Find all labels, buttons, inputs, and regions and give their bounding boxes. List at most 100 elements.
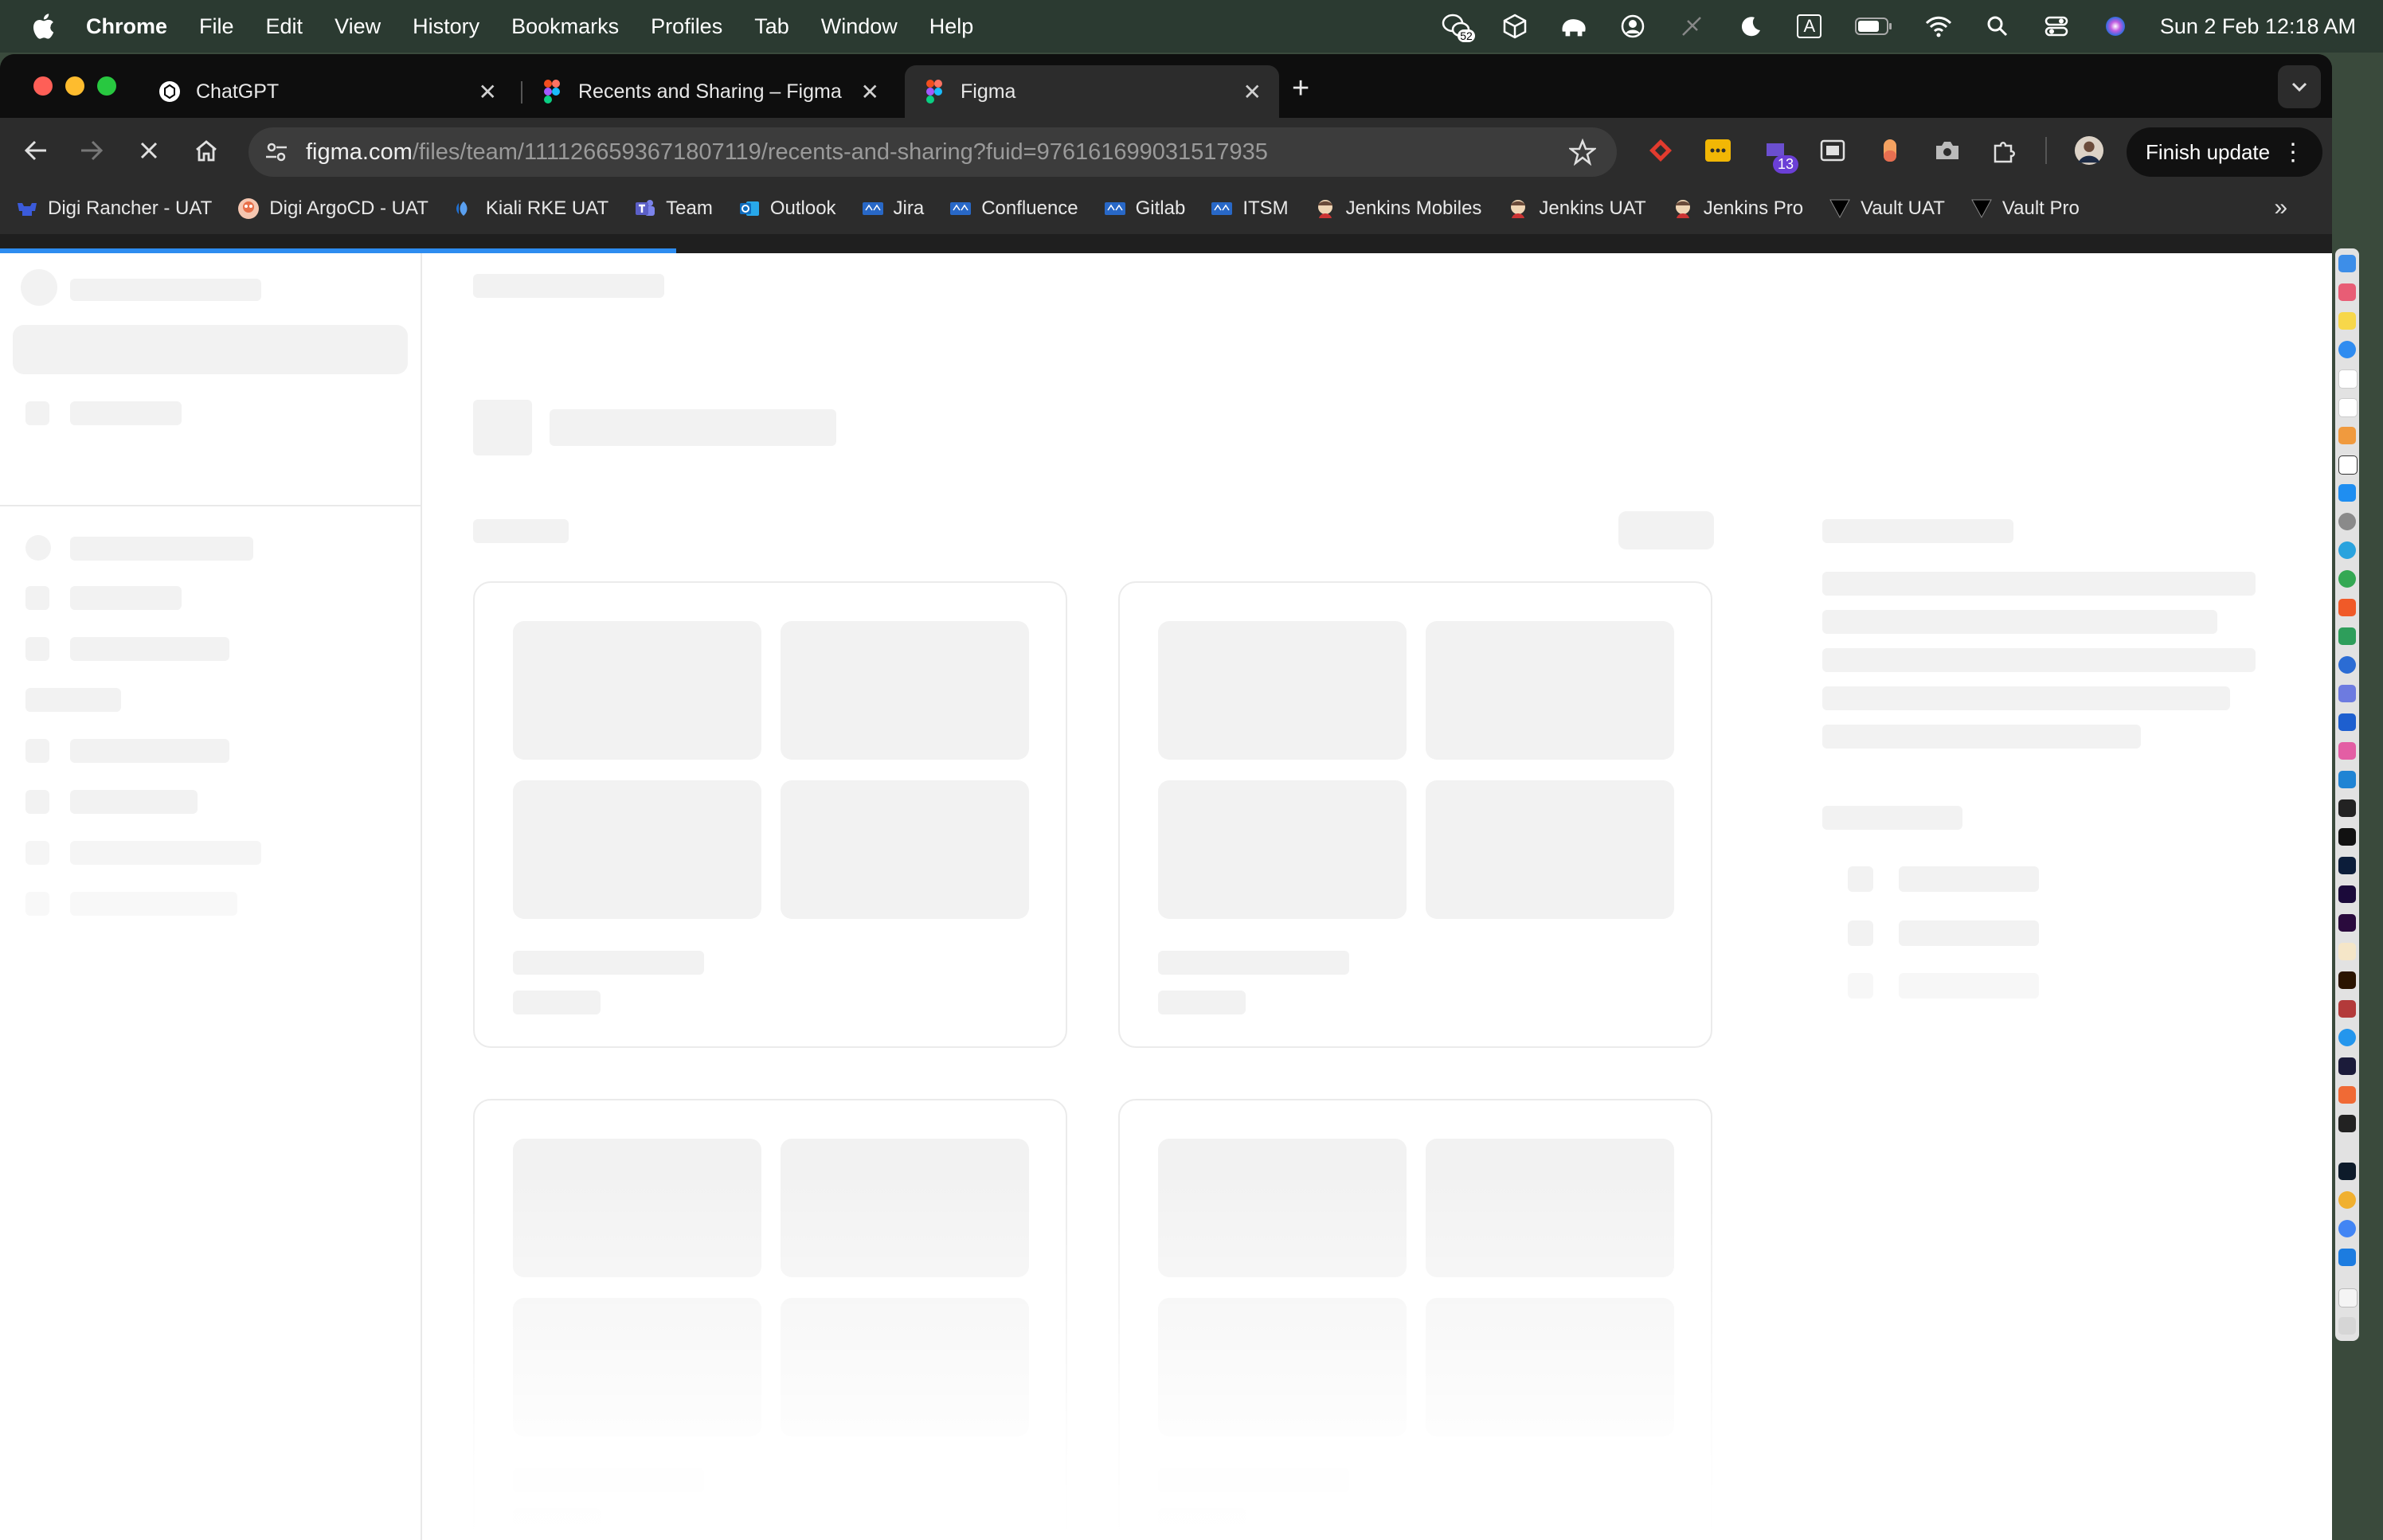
illustrator-icon[interactable] <box>2338 971 2356 989</box>
bookmark-confluence[interactable]: Confluence <box>949 197 1078 220</box>
bookmark-kiali-rke-uat[interactable]: Kiali RKE UAT <box>454 197 608 220</box>
tool-slash-icon[interactable] <box>1677 12 1706 41</box>
menu-edit[interactable]: Edit <box>266 14 303 39</box>
elephant-icon[interactable] <box>1559 12 1588 41</box>
sourcetree-icon[interactable] <box>2338 713 2356 731</box>
tab-figma[interactable]: Figma ✕ <box>905 65 1279 118</box>
tab-chatgpt[interactable]: ChatGPT ✕ <box>140 65 515 118</box>
bookmark-team[interactable]: Team <box>634 197 713 220</box>
bookmark-gitlab[interactable]: Gitlab <box>1104 197 1185 220</box>
stop-loading-button[interactable] <box>131 132 167 169</box>
back-button[interactable] <box>18 132 54 169</box>
menu-bookmarks[interactable]: Bookmarks <box>511 14 619 39</box>
calculator-icon[interactable] <box>2338 685 2356 702</box>
bookmark-jenkins-mobiles[interactable]: Jenkins Mobiles <box>1314 197 1481 220</box>
chrome-dev-icon[interactable] <box>2338 1220 2356 1237</box>
menu-tab[interactable]: Tab <box>754 14 789 39</box>
finish-update-button[interactable]: Finish update ⋮ <box>2127 127 2322 177</box>
terminal-icon[interactable] <box>2338 799 2356 817</box>
menu-history[interactable]: History <box>413 14 479 39</box>
extension-red-diamond-icon[interactable] <box>1645 135 1676 166</box>
intellij-icon[interactable] <box>2338 1057 2356 1075</box>
camera-icon[interactable] <box>1932 135 1962 166</box>
extensions-puzzle-icon[interactable] <box>1990 135 2020 166</box>
menu-bar-clock[interactable]: Sun 2 Feb 12:18 AM <box>2160 14 2356 39</box>
bookmark-digi-rancher-uat[interactable]: Digi Rancher - UAT <box>16 197 212 220</box>
webstorm-icon[interactable] <box>2338 1163 2356 1180</box>
window-zoom-button[interactable] <box>97 76 116 96</box>
wechat-dock-icon[interactable] <box>2338 828 2356 846</box>
moon-icon[interactable] <box>1736 12 1765 41</box>
bookmark-itsm[interactable]: ITSM <box>1211 197 1289 220</box>
bookmark-vault-uat[interactable]: Vault UAT <box>1829 197 1945 220</box>
chrome-canary-icon[interactable] <box>2338 1191 2356 1209</box>
site-settings-icon[interactable] <box>261 137 292 167</box>
forward-button[interactable] <box>73 132 110 169</box>
bookmark-star-icon[interactable] <box>1567 138 1598 166</box>
postman-icon[interactable] <box>2338 1086 2356 1104</box>
extension-capsule-icon[interactable] <box>1875 135 1905 166</box>
url-text[interactable]: figma.com/files/team/1111266593671807119… <box>306 139 1268 166</box>
premiere-icon[interactable] <box>2338 914 2356 932</box>
docker-icon[interactable] <box>2338 1029 2356 1046</box>
tab-search-button[interactable] <box>2278 65 2321 108</box>
telegram-icon[interactable] <box>2338 541 2356 559</box>
window-minimize-button[interactable] <box>65 76 84 96</box>
system-settings-icon[interactable] <box>2338 513 2356 530</box>
preview-icon[interactable] <box>2338 943 2356 960</box>
photoshop-icon[interactable] <box>2338 857 2356 874</box>
chrome-icon[interactable] <box>2338 570 2356 588</box>
app-store-icon[interactable] <box>2338 484 2356 502</box>
extension-window-icon[interactable] <box>1818 135 1848 166</box>
user-circle-icon[interactable] <box>1618 12 1647 41</box>
trash-icon[interactable] <box>2338 1317 2356 1335</box>
dictionary-icon[interactable] <box>2338 1000 2356 1018</box>
calendar-icon[interactable] <box>2338 369 2358 389</box>
window-close-button[interactable] <box>33 76 53 96</box>
tab-close-icon[interactable]: ✕ <box>479 79 497 105</box>
notes-icon[interactable] <box>2338 312 2356 330</box>
documents-folder-icon[interactable] <box>2338 1288 2358 1307</box>
control-center-icon[interactable] <box>2042 12 2071 41</box>
new-tab-button[interactable]: + <box>1292 72 1309 106</box>
bookmark-vault-pro[interactable]: Vault Pro <box>1970 197 2080 220</box>
tab-close-icon[interactable]: ✕ <box>1243 79 1262 105</box>
cleanmymac-icon[interactable] <box>2338 742 2356 760</box>
menu-window[interactable]: Window <box>821 14 898 39</box>
photos-icon[interactable] <box>2338 427 2356 444</box>
wifi-icon[interactable] <box>1924 12 1953 41</box>
wechat-icon[interactable]: 52 <box>1442 12 1475 42</box>
bookmark-jira[interactable]: Jira <box>862 197 924 220</box>
bookmark-jenkins-uat[interactable]: Jenkins UAT <box>1507 197 1646 220</box>
home-button[interactable] <box>188 132 225 169</box>
address-bar[interactable]: figma.com/files/team/1111266593671807119… <box>248 127 1617 177</box>
extension-purple-badge-icon[interactable]: 13 <box>1760 135 1798 174</box>
tab-close-icon[interactable]: ✕ <box>861 79 879 105</box>
menu-profiles[interactable]: Profiles <box>651 14 722 39</box>
profile-avatar[interactable] <box>2074 135 2104 166</box>
word-icon[interactable] <box>2338 656 2356 674</box>
apple-menu-icon[interactable] <box>30 13 56 40</box>
menu-file[interactable]: File <box>199 14 234 39</box>
tab-recents-and-sharing[interactable]: Recents and Sharing – Figma ✕ <box>522 65 897 118</box>
battery-icon[interactable] <box>1854 12 1894 41</box>
bookmark-digi-argocd-uat[interactable]: Digi ArgoCD - UAT <box>237 197 428 220</box>
reminders-icon[interactable] <box>2338 398 2358 417</box>
input-source-icon[interactable]: A <box>1795 12 1824 41</box>
clipboard-app-icon[interactable] <box>2338 627 2356 645</box>
siri-icon[interactable] <box>2101 12 2130 41</box>
launchpad-icon[interactable] <box>2338 283 2356 301</box>
cube-icon[interactable] <box>1501 12 1529 41</box>
finder-icon[interactable] <box>2338 255 2356 272</box>
brave-icon[interactable] <box>2338 599 2356 616</box>
notion-icon[interactable] <box>2338 455 2358 475</box>
bookmarks-overflow-chevron-icon[interactable]: » <box>2274 194 2287 221</box>
xcode-icon[interactable] <box>2338 1249 2356 1266</box>
menu-view[interactable]: View <box>335 14 381 39</box>
extension-yellow-note-icon[interactable] <box>1703 135 1733 166</box>
after-effects-icon[interactable] <box>2338 885 2356 903</box>
mission-control-icon[interactable] <box>2338 1115 2356 1132</box>
spotlight-search-icon[interactable] <box>1983 12 2012 41</box>
bookmark-outlook[interactable]: Outlook <box>738 197 836 220</box>
safari-icon[interactable] <box>2338 341 2356 358</box>
